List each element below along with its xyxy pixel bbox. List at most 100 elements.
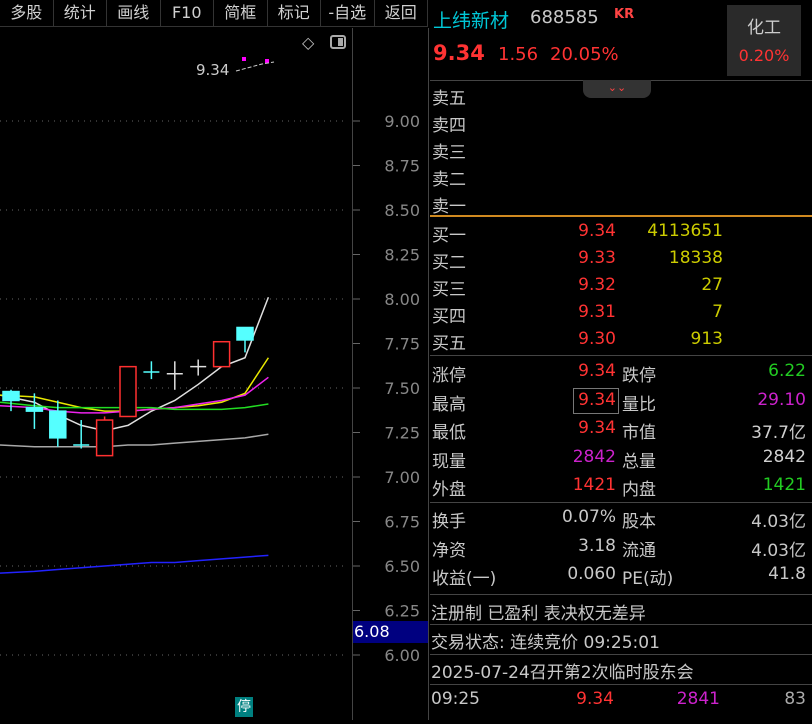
y-tick-label: 7.25 bbox=[384, 424, 420, 443]
moving-average-line bbox=[0, 433, 269, 448]
kline-chart[interactable]: 9.00 8.75 8.50 8.25 8.00 7.75 7.50 7.25 7.00 6.75… bbox=[0, 28, 429, 720]
y-tick-label: 6.00 bbox=[384, 646, 420, 665]
fundamental-value: 0.060 bbox=[567, 564, 616, 584]
candle-body bbox=[236, 326, 254, 341]
stock-tag: KR bbox=[614, 7, 635, 22]
current-price-tag: 6.08 bbox=[353, 621, 428, 643]
stat-value: 9.34 bbox=[578, 418, 616, 438]
stat-label: 跌停 bbox=[622, 366, 656, 386]
candle-body bbox=[25, 406, 44, 412]
bid-volume: 18338 bbox=[668, 248, 723, 268]
quote-panel: 上纬新材 688585 KR 9.34 1.56 20.05% 化工 0.20%… bbox=[430, 0, 812, 720]
stat-value: 9.34 bbox=[578, 361, 616, 381]
y-tick-label: 7.00 bbox=[384, 468, 420, 487]
today-price-mark bbox=[242, 57, 246, 61]
stock-price: 9.34 bbox=[433, 41, 485, 65]
bid-price: 9.31 bbox=[578, 302, 616, 322]
toolbar-button[interactable]: 画线 bbox=[107, 0, 161, 26]
fundamental-value: 41.8 bbox=[768, 564, 806, 584]
high-highlight-box bbox=[573, 388, 619, 414]
axis-divider bbox=[352, 28, 353, 720]
stock-name: 上纬新材 bbox=[433, 10, 510, 32]
stat-value: 2842 bbox=[572, 446, 616, 467]
tick-price: 9.34 bbox=[576, 689, 614, 709]
y-tick-label: 8.75 bbox=[384, 157, 420, 176]
candle-body bbox=[119, 365, 137, 418]
stat-value: 29.10 bbox=[757, 389, 806, 410]
diamond-icon[interactable]: ◇ bbox=[302, 33, 314, 52]
bid-volume: 4113651 bbox=[647, 221, 723, 241]
bid-price: 9.30 bbox=[578, 329, 616, 349]
toolbar-button[interactable]: 多股 bbox=[0, 0, 54, 26]
panel-divider bbox=[428, 28, 429, 720]
limit-stop-badge: 停 bbox=[235, 697, 253, 717]
stat-label: 涨停 bbox=[432, 366, 466, 386]
fundamental-label: PE(动) bbox=[622, 569, 674, 589]
price-pointer-arrow bbox=[235, 61, 275, 72]
stat-label: 外盘 bbox=[432, 480, 466, 500]
stock-change: 1.56 bbox=[498, 44, 539, 65]
y-tick-label: 8.00 bbox=[384, 290, 420, 309]
toolbar-button[interactable]: F10 bbox=[161, 0, 214, 26]
fundamental-label: 股本 bbox=[622, 512, 656, 532]
fundamental-value: 3.18 bbox=[578, 535, 616, 556]
y-tick-label: 8.50 bbox=[384, 201, 420, 220]
fundamental-label: 流通 bbox=[622, 540, 656, 561]
bid-volume: 27 bbox=[701, 275, 723, 295]
tick-time: 09:25 bbox=[431, 689, 480, 709]
y-tick-label: 9.00 bbox=[384, 112, 420, 131]
fundamental-label: 收益(一) bbox=[432, 569, 497, 589]
bid-price: 9.32 bbox=[578, 275, 616, 295]
y-tick-label: 8.25 bbox=[384, 246, 420, 265]
stat-value: 6.22 bbox=[768, 361, 806, 381]
expand-chevron-icon[interactable]: ⌄⌄ bbox=[583, 80, 651, 98]
bid-level-label: 买三 bbox=[432, 280, 466, 300]
stat-label: 最高 bbox=[432, 394, 466, 415]
last-price-label: 9.34 bbox=[196, 61, 230, 79]
info-tags: 注册制 已盈利 表决权无差异 bbox=[431, 604, 646, 624]
bid-volume: 913 bbox=[690, 329, 723, 349]
bid-volume: 7 bbox=[712, 302, 723, 322]
y-tick-label: 6.25 bbox=[384, 602, 420, 621]
announcement[interactable]: 2025-07-24召开第2次临时股东会 bbox=[431, 658, 694, 683]
toolbar-button[interactable]: 简框 bbox=[214, 0, 268, 26]
fundamental-value: 4.03亿 bbox=[751, 512, 806, 532]
stock-pct: 20.05% bbox=[550, 44, 619, 65]
candle-body bbox=[49, 410, 67, 439]
ask-level-label: 卖四 bbox=[432, 116, 466, 136]
ask-level-label: 卖一 bbox=[432, 197, 466, 217]
toolbar-button[interactable]: -自选 bbox=[321, 0, 375, 26]
y-tick-label: 7.50 bbox=[384, 379, 420, 398]
candle-body bbox=[212, 340, 231, 368]
ask-level-label: 卖五 bbox=[432, 89, 466, 109]
toolbar-button[interactable]: 标记 bbox=[268, 0, 321, 26]
stat-label: 最低 bbox=[432, 423, 466, 443]
ask-bid-divider bbox=[430, 215, 812, 217]
fundamental-label: 换手 bbox=[432, 512, 466, 532]
today-price-mark bbox=[265, 59, 269, 63]
candle-body bbox=[2, 390, 20, 402]
tick-volume: 2841 bbox=[676, 689, 720, 709]
panel-toggle-icon[interactable] bbox=[330, 35, 346, 49]
y-tick-label: 6.50 bbox=[384, 557, 420, 576]
stat-label: 市值 bbox=[622, 423, 656, 443]
stat-value: 37.7亿 bbox=[751, 423, 806, 443]
stat-label: 内盘 bbox=[622, 480, 656, 500]
bid-level-label: 买五 bbox=[432, 334, 466, 354]
sector-button[interactable]: 化工 0.20% bbox=[727, 5, 801, 76]
stat-label: 现量 bbox=[432, 451, 466, 472]
trading-status: 交易状态: 连续竞价 09:25:01 bbox=[431, 633, 660, 653]
tick-count: 83 bbox=[784, 689, 806, 709]
bid-price: 9.33 bbox=[578, 248, 616, 268]
toolbar-button[interactable]: 统计 bbox=[54, 0, 107, 26]
stat-value: 1421 bbox=[572, 475, 616, 495]
toolbar: 多股 统计 画线 F10 简框 标记 -自选 返回 bbox=[0, 0, 428, 27]
moving-average-line bbox=[0, 554, 269, 574]
stat-label: 量比 bbox=[622, 394, 656, 415]
fundamental-value: 4.03亿 bbox=[751, 540, 806, 561]
stat-value: 1421 bbox=[762, 475, 806, 495]
kline-svg[interactable]: 9.00 8.75 8.50 8.25 8.00 7.75 7.50 7.25 7.00 6.75… bbox=[0, 28, 428, 720]
toolbar-button[interactable]: 返回 bbox=[375, 0, 428, 26]
fundamental-label: 净资 bbox=[432, 540, 466, 561]
y-tick-label: 6.75 bbox=[384, 513, 420, 532]
